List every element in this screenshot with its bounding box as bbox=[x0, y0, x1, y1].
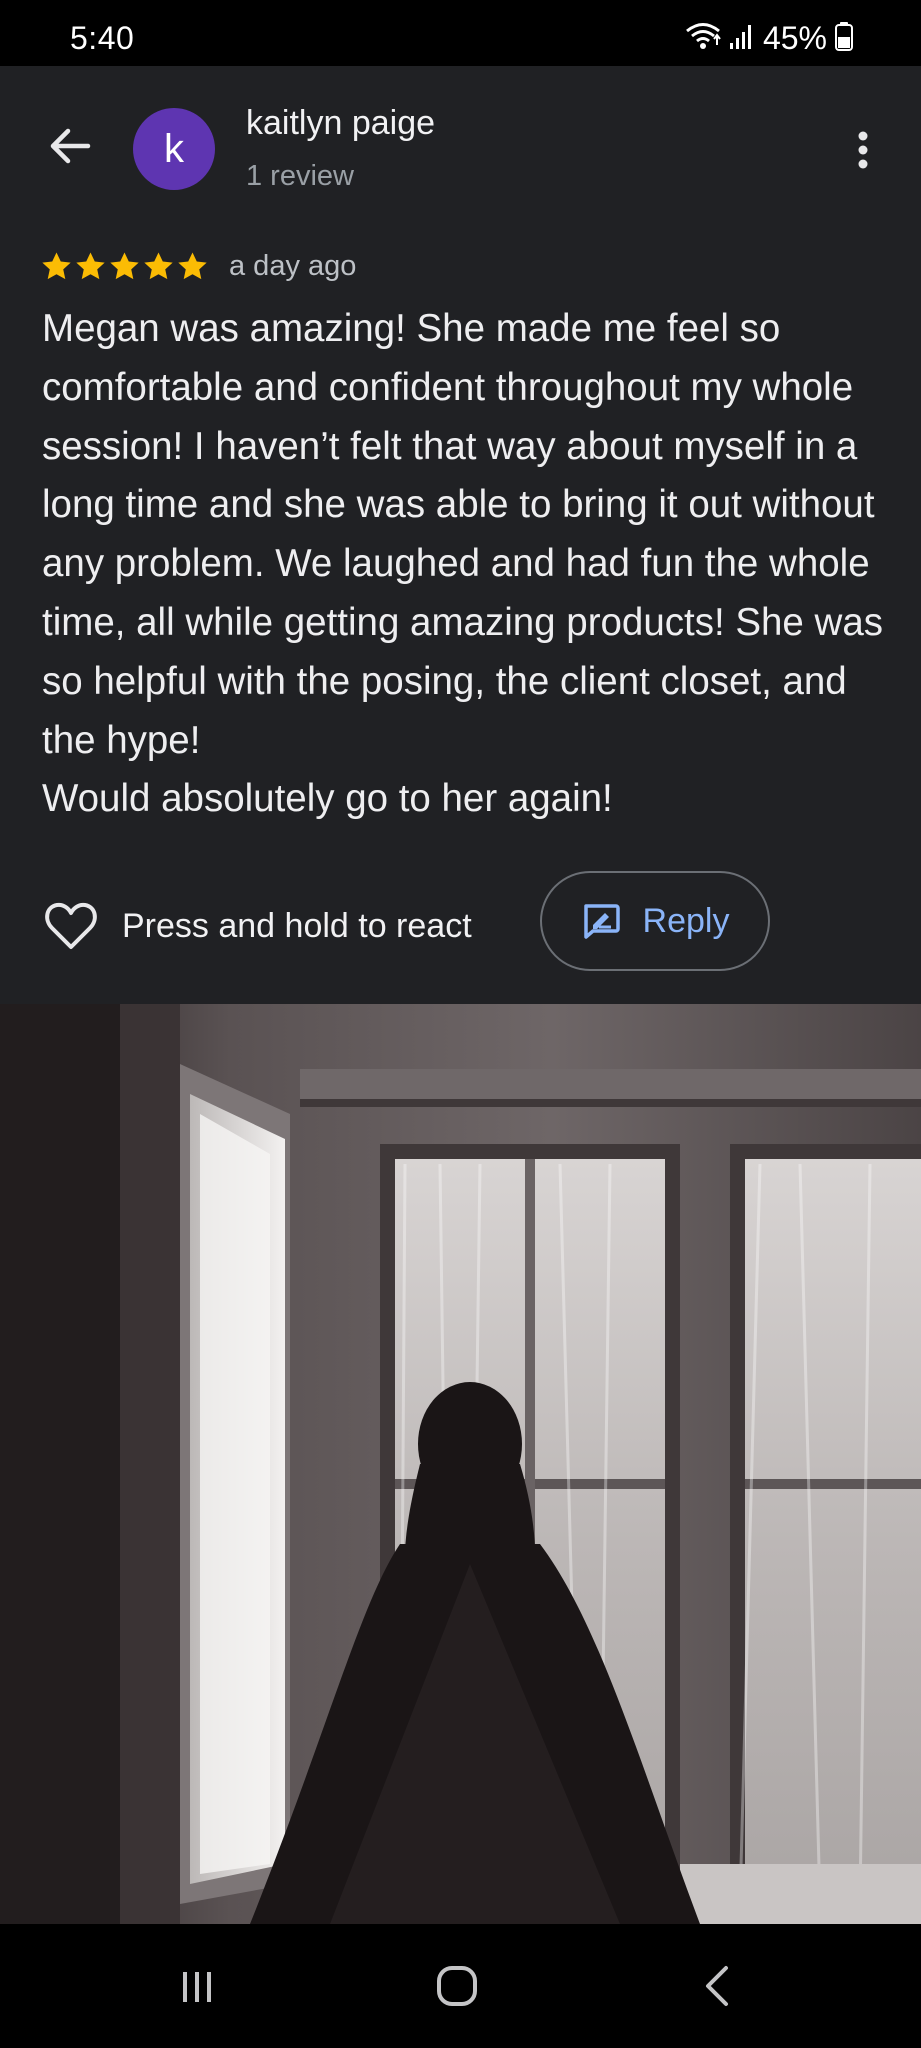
home-button[interactable] bbox=[412, 1946, 502, 2026]
react-button[interactable] bbox=[42, 897, 100, 955]
reply-label: Reply bbox=[642, 901, 730, 940]
wifi-icon bbox=[685, 21, 721, 56]
avatar[interactable]: k bbox=[133, 108, 215, 190]
back-nav-icon bbox=[706, 1966, 728, 2006]
more-options-button[interactable] bbox=[835, 118, 891, 182]
back-button[interactable] bbox=[38, 114, 102, 178]
home-icon bbox=[437, 1966, 477, 2006]
heart-outline-icon bbox=[45, 902, 97, 949]
reviewer-review-count: 1 review bbox=[246, 160, 354, 192]
back-nav-button[interactable] bbox=[672, 1946, 762, 2026]
recents-button[interactable] bbox=[152, 1946, 242, 2026]
reviewer-name[interactable]: kaitlyn paige bbox=[246, 104, 435, 143]
avatar-letter: k bbox=[164, 126, 184, 171]
review-detail-screen: k kaitlyn paige 1 review a day ago Megan… bbox=[0, 66, 921, 1004]
reply-button[interactable]: Reply bbox=[540, 871, 770, 971]
star-icon bbox=[144, 251, 173, 279]
react-row: Press and hold to react bbox=[42, 874, 472, 978]
status-bar: 5:40 45% bbox=[0, 0, 921, 66]
recents-icon bbox=[183, 1972, 211, 2002]
battery-icon bbox=[835, 21, 853, 56]
star-icon bbox=[42, 251, 71, 279]
star-rating bbox=[40, 250, 209, 283]
review-text: Megan was amazing! She made me feel so c… bbox=[42, 307, 884, 821]
review-time: a day ago bbox=[229, 249, 357, 282]
react-label: Press and hold to react bbox=[122, 906, 472, 945]
battery-percent: 45% bbox=[762, 19, 827, 56]
rating-row: a day ago bbox=[40, 246, 356, 286]
star-icon bbox=[76, 251, 105, 279]
star-icon bbox=[178, 251, 207, 279]
status-icons: 45% bbox=[685, 20, 853, 56]
star-icon bbox=[110, 251, 139, 279]
system-nav-bar bbox=[0, 1924, 921, 2048]
status-time: 5:40 bbox=[70, 20, 135, 56]
more-vert-icon bbox=[858, 131, 868, 169]
reply-edit-icon bbox=[583, 904, 620, 939]
arrow-back-icon bbox=[50, 128, 91, 164]
review-photo[interactable] bbox=[0, 1004, 921, 1924]
signal-icon bbox=[729, 21, 755, 56]
